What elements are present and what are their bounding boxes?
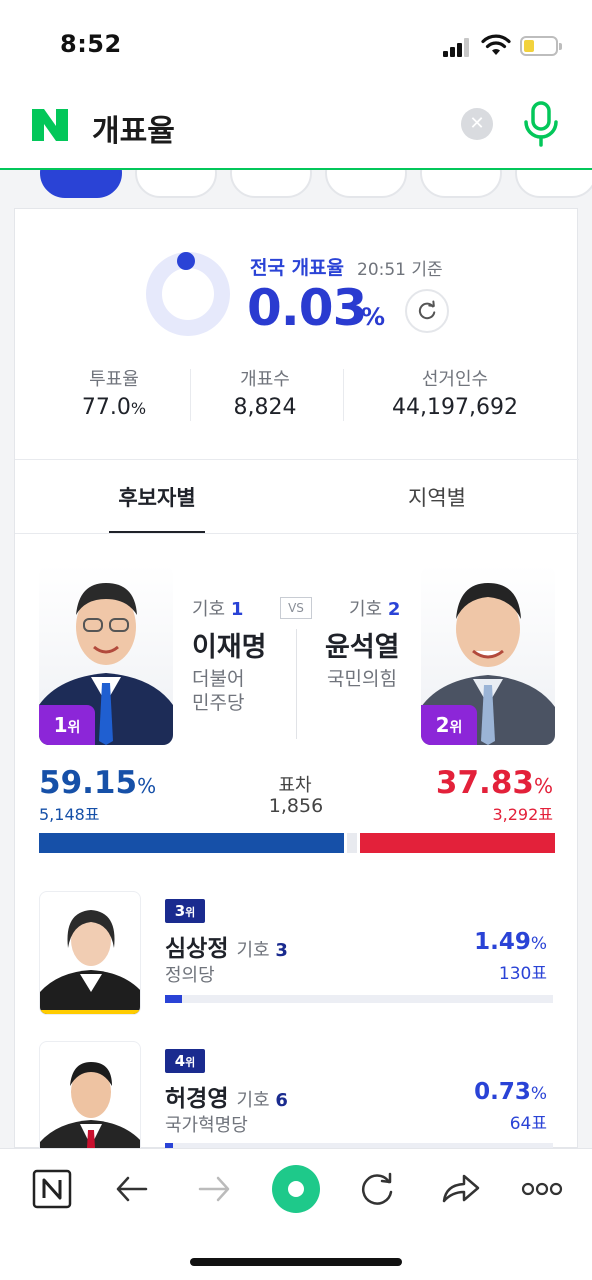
- divider: [296, 629, 297, 739]
- candidate-party: 국민의힘: [327, 668, 397, 690]
- home-indicator: [190, 1258, 402, 1266]
- national-rate-label: 전국 개표율: [250, 257, 345, 279]
- candidate-vote-bar: [165, 995, 553, 1003]
- candidate-1-votes: 5,148표: [39, 805, 100, 824]
- vote-gap-value: 1,856: [268, 795, 324, 817]
- divider: [15, 459, 579, 460]
- chip[interactable]: [420, 170, 502, 198]
- candidate-name[interactable]: 이재명: [192, 625, 267, 664]
- status-bar: 8:52: [0, 0, 592, 88]
- rank-badge: 4위: [165, 1049, 205, 1073]
- battery-icon: [520, 36, 562, 56]
- stat-label: 개표수: [240, 369, 290, 390]
- divider: [190, 369, 191, 421]
- candidate-name[interactable]: 윤석열: [325, 625, 400, 664]
- candidate-photo-3[interactable]: [39, 891, 141, 1015]
- stat-value: 77.0: [81, 395, 131, 420]
- stat-label: 선거인수: [421, 369, 489, 390]
- share-icon[interactable]: [436, 1167, 484, 1211]
- portrait-image: [40, 1062, 140, 1164]
- chip[interactable]: [230, 170, 312, 198]
- naver-home-icon[interactable]: [28, 1167, 76, 1211]
- rank-badge: 3위: [165, 899, 205, 923]
- candidate-party: 더불어 민주당: [192, 668, 245, 714]
- others-vote-bar: [347, 833, 357, 853]
- candidate-number: 기호 1: [192, 599, 244, 620]
- stat-label: 투표율: [89, 369, 139, 390]
- naver-logo-icon[interactable]: [30, 105, 70, 145]
- divider: [343, 369, 344, 421]
- candidate-2-percentage: 37.83%: [435, 765, 553, 801]
- vote-gap-label: 표차: [278, 775, 312, 796]
- candidate-percentage: 0.73%: [474, 1079, 547, 1105]
- counted-stat: 개표수 8,824: [215, 365, 315, 420]
- cellular-signal-icon: [443, 37, 473, 57]
- portrait-image: [40, 910, 140, 1014]
- status-time: 8:52: [60, 30, 122, 58]
- category-chips: [0, 170, 592, 208]
- election-results-card: 전국 개표율 20:51 기준 0.03 % 투표율 77.0% 개표수 8,8…: [14, 208, 579, 1165]
- national-rate-value: 0.03: [247, 279, 367, 337]
- national-rate-unit: %: [361, 303, 386, 331]
- national-rate-time: 20:51 기준: [357, 260, 443, 280]
- candidate-photo-1[interactable]: 1위: [39, 565, 173, 745]
- microphone-icon[interactable]: [522, 100, 560, 148]
- candidate-photo-2[interactable]: 2위: [421, 565, 555, 745]
- divider: [15, 533, 579, 534]
- candidate-party: 국가혁명당: [165, 1115, 248, 1136]
- wifi-icon: [481, 34, 511, 55]
- candidate-1-vote-bar: [39, 833, 344, 853]
- tab-by-region[interactable]: 지역별: [375, 461, 499, 535]
- stat-value: 44,197,692: [392, 395, 518, 420]
- chip-active[interactable]: [40, 170, 122, 198]
- chip[interactable]: [135, 170, 217, 198]
- candidate-name[interactable]: 심상정 기호 3: [165, 929, 288, 963]
- clear-icon[interactable]: ✕: [461, 108, 493, 140]
- candidate-name[interactable]: 허경영 기호 6: [165, 1079, 288, 1113]
- search-header: 개표율 ✕: [0, 88, 592, 170]
- candidate-number: 기호 2: [349, 599, 401, 620]
- candidate-2-vote-bar: [360, 833, 555, 853]
- counting-progress-donut: [146, 252, 230, 336]
- refresh-icon[interactable]: [405, 289, 449, 333]
- turnout-stat: 투표율 77.0%: [69, 365, 159, 420]
- vote-bar-fill: [165, 995, 182, 1003]
- vs-badge: VS: [280, 597, 312, 619]
- chip[interactable]: [515, 170, 592, 198]
- stat-value: 8,824: [233, 395, 297, 420]
- back-icon[interactable]: [108, 1167, 156, 1211]
- green-dot-icon[interactable]: [270, 1163, 322, 1215]
- electorate-stat: 선거인수 44,197,692: [375, 365, 535, 420]
- candidate-1-percentage: 59.15%: [39, 765, 157, 801]
- tab-by-candidate[interactable]: 후보자별: [95, 461, 219, 535]
- forward-icon[interactable]: [190, 1167, 238, 1211]
- rank-badge: 2위: [421, 705, 477, 745]
- candidate-2-votes: 3,292표: [492, 805, 553, 824]
- more-icon[interactable]: [518, 1167, 566, 1211]
- chip[interactable]: [325, 170, 407, 198]
- stat-unit: %: [130, 399, 147, 418]
- rank-badge: 1위: [39, 705, 95, 745]
- candidate-percentage: 1.49%: [474, 929, 547, 955]
- candidate-votes: 130표: [498, 964, 547, 984]
- refresh-icon[interactable]: [354, 1167, 402, 1211]
- candidate-party: 정의당: [165, 965, 215, 986]
- candidate-photo-4[interactable]: [39, 1041, 141, 1165]
- search-query[interactable]: 개표율: [92, 106, 175, 150]
- candidate-votes: 64표: [509, 1114, 547, 1134]
